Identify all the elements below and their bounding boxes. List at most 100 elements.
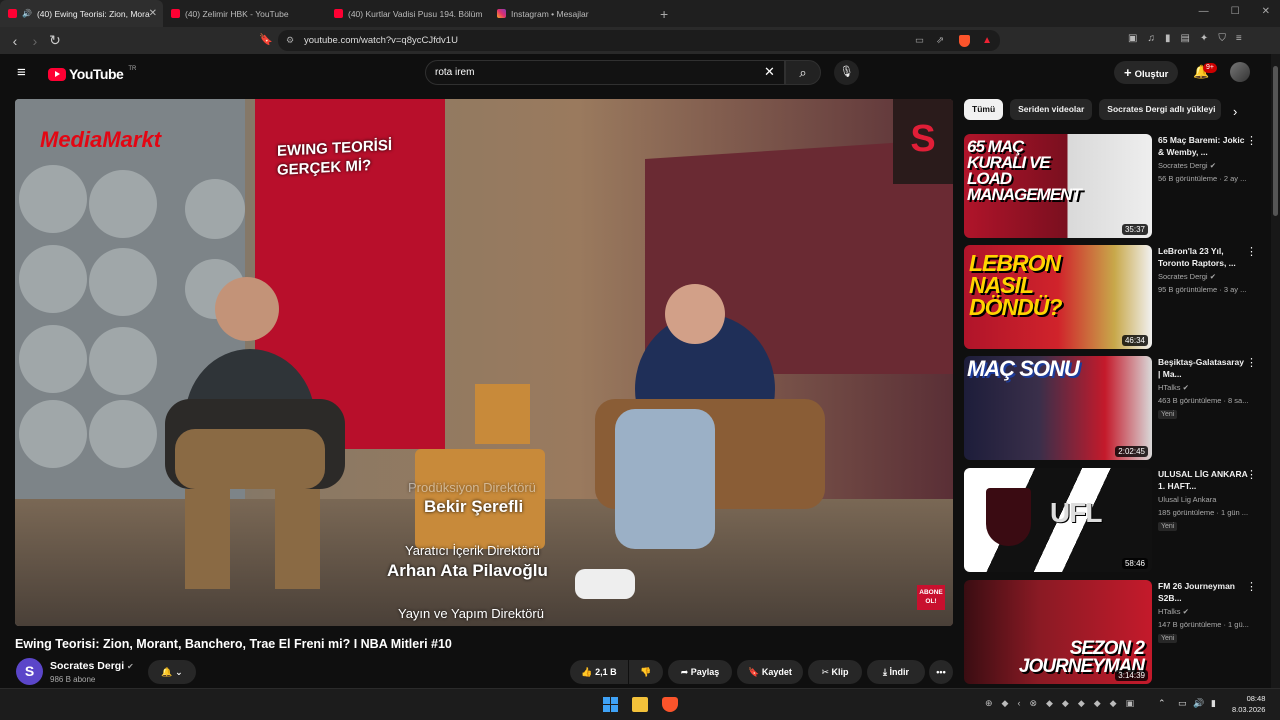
recommendation-item[interactable]: UFL 58:46 ULUSAL LİG ANKARA 1. HAFT... U… xyxy=(964,468,1264,572)
create-button[interactable]: + Oluştur xyxy=(1114,61,1179,84)
like-button[interactable]: 👍 2,1 B xyxy=(570,660,628,684)
channel-avatar[interactable]: S xyxy=(16,658,43,685)
recommendation-item[interactable]: MAÇ SONU 2:02:45 Beşiktaş-Galatasaray | … xyxy=(964,356,1264,460)
file-explorer-icon[interactable] xyxy=(632,697,648,712)
new-tab-button[interactable]: + xyxy=(660,6,668,22)
verified-icon: ✔ xyxy=(1182,607,1189,616)
recommendation-channel: Ulusal Lig Ankara xyxy=(1158,495,1217,504)
search-button[interactable]: ⌕ xyxy=(785,60,821,85)
save-button[interactable]: 🔖 Kaydet xyxy=(737,660,803,684)
menu-icon[interactable]: ≡ xyxy=(1236,33,1242,44)
brave-shield-icon[interactable] xyxy=(959,34,970,47)
more-options-icon[interactable]: ⋮ xyxy=(1246,245,1257,258)
youtube-icon xyxy=(334,9,343,18)
more-actions-button[interactable]: ••• xyxy=(929,660,953,684)
scrollbar-thumb[interactable] xyxy=(1273,66,1278,216)
back-icon[interactable]: ‹ xyxy=(5,33,25,49)
ufl-shield xyxy=(986,488,1031,546)
minimize-icon[interactable]: — xyxy=(1199,6,1209,17)
screenshot-icon[interactable]: ▣ xyxy=(1128,33,1137,44)
dislike-button[interactable]: 👎 xyxy=(629,660,663,684)
close-tab-icon[interactable]: ✕ xyxy=(149,8,157,19)
share-icon[interactable]: ⇗ xyxy=(936,35,944,46)
video-thumbnail[interactable]: LEBRON NASIL DÖNDÜ? 46:34 xyxy=(964,245,1152,349)
more-options-icon[interactable]: ⋮ xyxy=(1246,134,1257,147)
site-info-icon[interactable]: ⚙ xyxy=(286,35,294,46)
maximize-icon[interactable]: ☐ xyxy=(1231,6,1240,17)
tab-label: (40) Ewing Teorisi: Zion, Mora xyxy=(36,8,150,19)
verified-icon: ✔ xyxy=(1182,383,1189,392)
video-thumbnail[interactable]: MAÇ SONU 2:02:45 xyxy=(964,356,1152,460)
more-options-icon[interactable]: ⋮ xyxy=(1246,468,1257,481)
window-controls: — ☐ ✕ xyxy=(1199,6,1270,17)
chip-all[interactable]: Tümü xyxy=(964,99,1004,120)
channel-name[interactable]: Socrates Dergi ✔ xyxy=(50,660,134,672)
reload-icon[interactable]: ↻ xyxy=(45,32,65,49)
page-scrollbar[interactable] xyxy=(1271,54,1280,688)
youtube-logo[interactable]: YouTube TR xyxy=(48,66,136,82)
tray-overflow-icon[interactable]: ⌃ xyxy=(1158,698,1166,709)
verified-icon: ✔ xyxy=(1209,272,1216,281)
bookmark-icon[interactable]: 🔖 xyxy=(259,33,273,46)
recommendation-item[interactable]: SEZON 2 JOURNEYMAN 3:14:39 FM 26 Journey… xyxy=(964,580,1264,684)
browser-tab-3[interactable]: (40) Kurtlar Vadisi Pusu 194. Bölüm xyxy=(326,0,489,27)
duration-badge: 58:46 xyxy=(1121,558,1148,569)
more-options-icon[interactable]: ⋮ xyxy=(1246,356,1257,369)
share-label: Paylaş xyxy=(690,667,720,677)
search-input[interactable]: rota irem xyxy=(425,60,785,85)
verified-icon: ✔ xyxy=(1209,161,1216,170)
youtube-icon xyxy=(8,9,17,18)
video-player[interactable]: MediaMarkt EWING TEORİSİ GERÇEK Mİ? S Pr… xyxy=(15,99,953,626)
hamburger-menu-icon[interactable]: ≡ xyxy=(17,64,26,81)
credit-role-3: Yayın ve Yapım Direktörü xyxy=(398,606,544,621)
sidebar-icon[interactable]: ▮ xyxy=(1165,33,1171,44)
voice-search-button[interactable]: 🎙 xyxy=(834,60,859,85)
wallet-icon[interactable]: ▤ xyxy=(1180,33,1189,44)
video-thumbnail[interactable]: UFL 58:46 xyxy=(964,468,1152,572)
subscribe-badge[interactable]: ABONE OL! xyxy=(917,585,945,610)
more-options-icon[interactable]: ⋮ xyxy=(1246,580,1257,593)
tray-icons[interactable]: ⊕◆‹⊗◆◆◆◆◆▣ xyxy=(985,698,1143,709)
volume-icon[interactable]: 🔊 xyxy=(1193,698,1204,709)
recommendation-channel: Socrates Dergi ✔ xyxy=(1158,161,1216,170)
forward-icon[interactable]: › xyxy=(25,33,45,49)
recommendation-meta: 185 görüntüleme · 1 gün ... xyxy=(1158,508,1249,517)
recommendation-item[interactable]: 65 MAÇ KURALI VE LOAD MANAGEMENT 35:37 6… xyxy=(964,134,1264,238)
share-button[interactable]: ➦ Paylaş xyxy=(668,660,732,684)
clip-button[interactable]: ✂ Klip xyxy=(808,660,862,684)
download-button[interactable]: ⤓ İndir xyxy=(867,660,925,684)
video-thumbnail[interactable]: SEZON 2 JOURNEYMAN 3:14:39 xyxy=(964,580,1152,684)
chip-uploader[interactable]: Socrates Dergi adlı yükleyi xyxy=(1099,99,1222,120)
browser-tab-4[interactable]: Instagram • Mesajlar xyxy=(489,0,652,27)
brave-rewards-icon[interactable]: ▲ xyxy=(982,35,992,46)
recommendation-title: FM 26 Journeyman S2B... xyxy=(1158,581,1235,603)
channel-text: HTalks xyxy=(1158,383,1181,392)
network-icon[interactable]: ▭ xyxy=(1178,698,1187,709)
clock-date: 8.03.2026 xyxy=(1232,705,1266,714)
music-icon[interactable]: ♫ xyxy=(1147,33,1155,44)
youtube-play-icon xyxy=(48,67,66,81)
browser-tab-bar: 🔊 (40) Ewing Teorisi: Zion, Mora ✕ (40) … xyxy=(0,0,1280,27)
windows-start-icon[interactable] xyxy=(603,697,619,712)
battery-icon[interactable]: ▮ xyxy=(1211,698,1216,709)
tab-label: Instagram • Mesajlar xyxy=(511,8,589,19)
browser-tab-2[interactable]: (40) Zelimir HBK - YouTube xyxy=(163,0,326,27)
chevron-right-icon[interactable]: › xyxy=(1233,104,1237,119)
like-count: 2,1 B xyxy=(595,667,617,677)
vpn-icon[interactable]: ⛉ xyxy=(1218,33,1226,44)
taskbar-clock[interactable]: 08:48 8.03.2026 xyxy=(1232,693,1265,715)
download-icon: ⤓ xyxy=(883,667,887,677)
clear-search-icon[interactable]: ✕ xyxy=(764,64,775,80)
subscription-bell-button[interactable]: 🔔 ⌄ xyxy=(148,660,196,684)
brand-logo: MediaMarkt xyxy=(40,127,162,152)
url-field[interactable]: ⚙ youtube.com/watch?v=q8ycCJfdv1U ▭ ⇗ ▲ xyxy=(278,30,1000,51)
recommendation-item[interactable]: LEBRON NASIL DÖNDÜ? 46:34 LeBron'la 23 Y… xyxy=(964,245,1264,349)
browser-tab-1[interactable]: 🔊 (40) Ewing Teorisi: Zion, Mora ✕ xyxy=(0,0,163,27)
recommendation-channel: HTalks ✔ xyxy=(1158,383,1189,392)
cast-icon[interactable]: ▭ xyxy=(915,35,924,46)
video-thumbnail[interactable]: 65 MAÇ KURALI VE LOAD MANAGEMENT 35:37 xyxy=(964,134,1152,238)
leo-icon[interactable]: ✦ xyxy=(1200,33,1208,44)
account-avatar[interactable] xyxy=(1230,62,1250,82)
close-window-icon[interactable]: ✕ xyxy=(1262,6,1270,17)
chip-series[interactable]: Seriden videolar xyxy=(1010,99,1093,120)
